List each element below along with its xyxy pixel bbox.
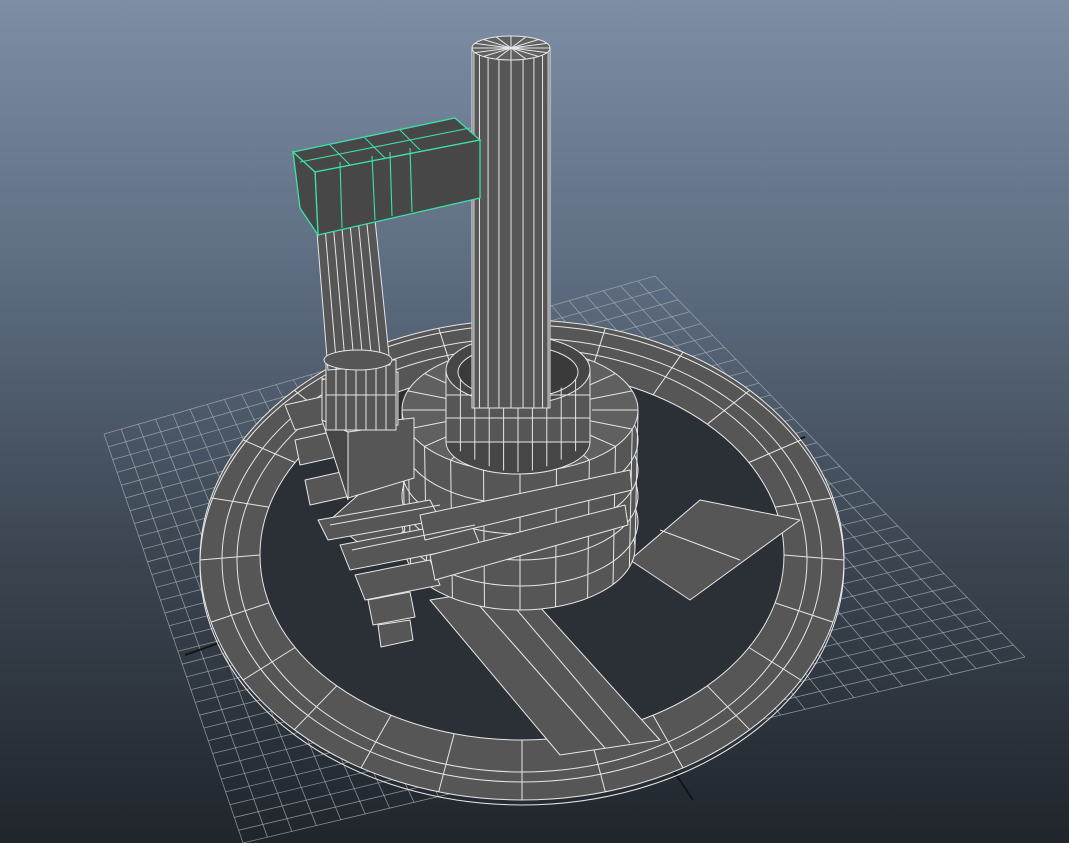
crossbeam-selected[interactable] (291, 117, 482, 238)
tall-pillar[interactable] (471, 35, 551, 409)
perspective-viewport[interactable] (0, 0, 1069, 843)
scene-canvas[interactable] (0, 0, 1069, 843)
